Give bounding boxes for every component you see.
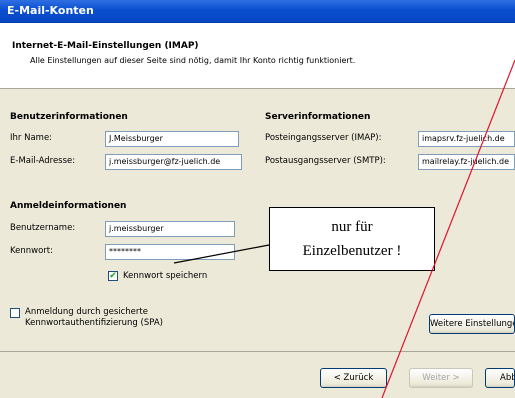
email-field[interactable]: j.meissburger@fz-juelich.de xyxy=(105,154,242,170)
incoming-server-value: imapsrv.fz-juelich.de xyxy=(422,134,505,143)
user-info-heading: Benutzerinformationen xyxy=(10,112,128,122)
password-value: ******** xyxy=(109,247,141,256)
checkmark-icon: ✔ xyxy=(109,271,117,281)
password-label: Kennwort: xyxy=(10,246,53,256)
name-value: J.Meissburger xyxy=(109,134,163,143)
password-field[interactable]: ******** xyxy=(105,244,235,260)
more-settings-button[interactable]: Weitere Einstellungen... xyxy=(429,314,515,334)
save-password-checkbox[interactable]: ✔ xyxy=(108,271,118,281)
email-label: E-Mail-Adresse: xyxy=(10,156,76,166)
outgoing-server-value: mailrelay.fz-juelich.de xyxy=(422,157,510,166)
username-field[interactable]: j.meissburger xyxy=(105,221,235,237)
username-value: j.meissburger xyxy=(109,224,164,233)
incoming-server-field[interactable]: imapsrv.fz-juelich.de xyxy=(418,131,515,147)
next-button[interactable]: Weiter > xyxy=(409,368,473,388)
annotation-line2: Einzelbenutzer ! xyxy=(302,243,402,259)
email-value: j.meissburger@fz-juelich.de xyxy=(109,157,221,166)
incoming-server-label: Posteingangsserver (IMAP): xyxy=(265,133,382,143)
window-title: E-Mail-Konten xyxy=(7,4,94,17)
name-label: Ihr Name: xyxy=(10,133,53,143)
page-title: Internet-E-Mail-Einstellungen (IMAP) xyxy=(12,41,199,51)
window-titlebar[interactable]: E-Mail-Konten xyxy=(0,0,515,23)
footer-divider xyxy=(0,351,515,352)
spa-label-line2: Kennwortauthentifizierung (SPA) xyxy=(25,318,163,328)
spa-label-line1: Anmeldung durch gesicherte xyxy=(25,307,148,317)
back-button[interactable]: < Zurück xyxy=(320,368,387,388)
annotation-callout: nur für Einzelbenutzer ! xyxy=(269,207,435,271)
outgoing-server-label: Postausgangsserver (SMTP): xyxy=(265,156,386,166)
annotation-line1: nur für xyxy=(331,219,373,235)
page-description: Alle Einstellungen auf dieser Seite sind… xyxy=(30,56,356,65)
wizard-body: Benutzerinformationen Ihr Name: J.Meissb… xyxy=(0,89,515,398)
cancel-button[interactable]: Abbrechen xyxy=(485,368,515,388)
outgoing-server-field[interactable]: mailrelay.fz-juelich.de xyxy=(418,154,515,170)
server-info-heading: Serverinformationen xyxy=(265,112,371,122)
name-field[interactable]: J.Meissburger xyxy=(105,131,239,147)
save-password-label: Kennwort speichern xyxy=(123,271,208,281)
wizard-header: Internet-E-Mail-Einstellungen (IMAP) All… xyxy=(0,23,515,89)
spa-checkbox[interactable] xyxy=(10,308,20,318)
username-label: Benutzername: xyxy=(10,223,76,233)
login-info-heading: Anmeldeinformationen xyxy=(10,201,127,211)
